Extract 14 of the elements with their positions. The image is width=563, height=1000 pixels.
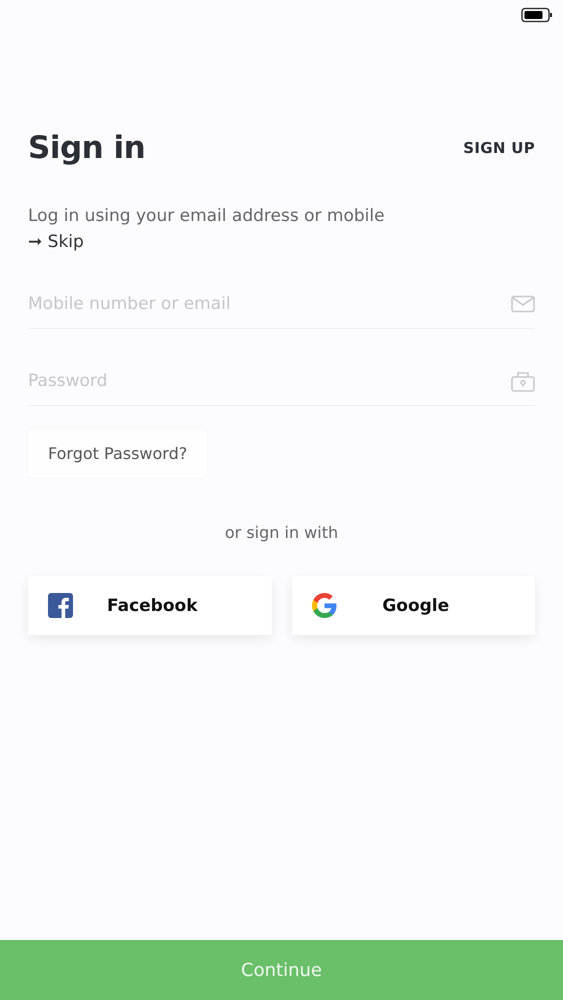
page-title: Sign in xyxy=(28,130,146,166)
envelope-icon xyxy=(511,295,535,313)
subtitle-text: Log in using your email address or mobile xyxy=(28,206,386,226)
google-button[interactable]: Google xyxy=(292,576,535,635)
google-icon xyxy=(312,593,336,618)
button-label: Google xyxy=(381,596,450,616)
lock-icon xyxy=(511,370,535,392)
divider-text: or sign in with xyxy=(224,523,340,542)
battery-icon xyxy=(521,7,553,23)
sign-up-link[interactable]: SIGN UP xyxy=(463,139,535,157)
skip-link[interactable]: ➞ Skip xyxy=(28,232,84,252)
facebook-icon xyxy=(48,593,73,618)
button-label: Facebook xyxy=(106,596,199,616)
facebook-button[interactable]: Facebook xyxy=(28,576,272,635)
